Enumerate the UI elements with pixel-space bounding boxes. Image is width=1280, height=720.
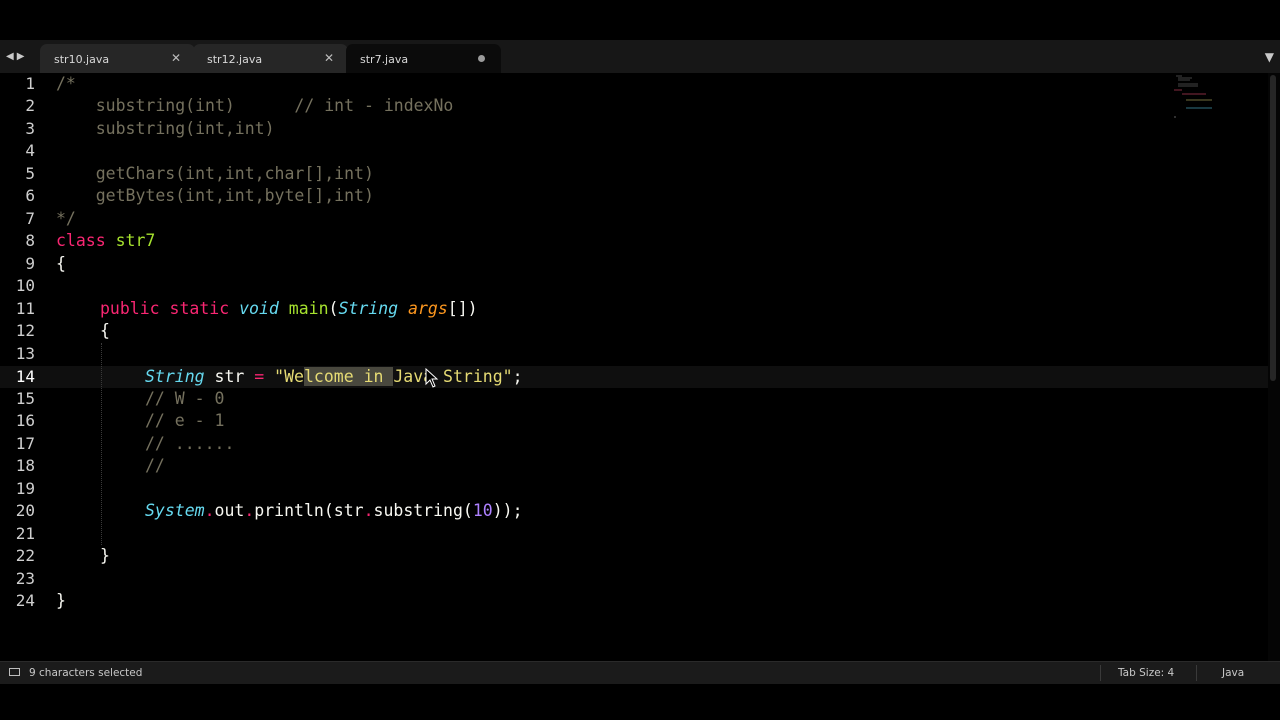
text-selection: lcome in bbox=[303, 367, 394, 386]
line-number: 6 bbox=[25, 186, 35, 205]
line-number: 17 bbox=[15, 434, 35, 453]
mouse-pointer-icon bbox=[425, 368, 439, 388]
line-number: 8 bbox=[25, 231, 35, 250]
tab-label: str10.java bbox=[54, 53, 110, 66]
argument-args: args bbox=[408, 299, 448, 318]
scrollbar-thumb[interactable] bbox=[1270, 75, 1276, 381]
keyword-void: void bbox=[239, 299, 279, 318]
line-number: 23 bbox=[15, 569, 35, 588]
unsaved-dot-icon[interactable] bbox=[478, 55, 485, 62]
call-end: )); bbox=[492, 501, 523, 520]
status-bar: 9 characters selected Tab Size: 4 Java bbox=[0, 661, 1280, 684]
line-number: 2 bbox=[25, 96, 35, 115]
type-string: String bbox=[145, 367, 205, 386]
operator-assign: = bbox=[254, 367, 265, 386]
code-line-15: // W - 0 bbox=[145, 389, 225, 408]
minimap[interactable] bbox=[1172, 73, 1228, 121]
paren: ( bbox=[328, 299, 339, 318]
line-number: 16 bbox=[15, 411, 35, 430]
keyword-static: static bbox=[169, 299, 230, 318]
close-icon[interactable]: ✕ bbox=[324, 51, 334, 65]
dot: . bbox=[244, 501, 255, 520]
keyword-public: public bbox=[100, 299, 160, 318]
line-number: 7 bbox=[25, 209, 35, 228]
code-line-17: // ...... bbox=[145, 434, 235, 453]
close-icon[interactable]: ✕ bbox=[171, 51, 181, 65]
code-line-2: substring(int) // int - indexNo bbox=[56, 95, 454, 117]
line-number: 3 bbox=[25, 119, 35, 138]
code-line-1: /* bbox=[56, 74, 76, 93]
line-number: 11 bbox=[15, 299, 35, 318]
code-line-6: getBytes(int,int,byte[],int) bbox=[56, 186, 374, 205]
class-name: str7 bbox=[115, 231, 156, 250]
number-literal: 10 bbox=[472, 501, 493, 520]
line-number: 21 bbox=[15, 524, 35, 543]
line-number: 14 bbox=[15, 367, 35, 386]
type-string: String bbox=[338, 299, 399, 318]
line-number: 18 bbox=[15, 456, 35, 475]
code-line-14: String str = "Welcome in Java String"; bbox=[145, 366, 523, 388]
divider bbox=[1100, 665, 1101, 681]
line-number: 9 bbox=[25, 254, 35, 273]
code-line-5: getChars(int,int,char[],int) bbox=[56, 164, 374, 183]
comment-text: // int - indexNo bbox=[294, 96, 454, 115]
syntax-selector[interactable]: Java bbox=[1222, 667, 1244, 679]
tab-str12[interactable]: str12.java ✕ bbox=[193, 44, 348, 73]
bracket-end: []) bbox=[447, 299, 478, 318]
code-line-24: } bbox=[56, 591, 66, 610]
method-call: substring( bbox=[373, 501, 473, 520]
code-line-7: */ bbox=[56, 209, 76, 228]
code-line-8: class str7 bbox=[56, 230, 155, 252]
selection-status: 9 characters selected bbox=[29, 667, 143, 679]
string-part: "We bbox=[274, 367, 304, 386]
line-number: 13 bbox=[15, 344, 35, 363]
line-number: 12 bbox=[15, 321, 35, 340]
dot: . bbox=[204, 501, 215, 520]
line-number: 10 bbox=[15, 276, 35, 295]
field-out: out bbox=[214, 501, 245, 520]
code-line-22: } bbox=[100, 546, 110, 565]
string-part: Java String" bbox=[393, 367, 513, 386]
tab-size-selector[interactable]: Tab Size: 4 bbox=[1118, 667, 1174, 679]
comment-text: substring(int) bbox=[56, 96, 295, 115]
line-number: 24 bbox=[15, 591, 35, 610]
tab-str10[interactable]: str10.java ✕ bbox=[40, 44, 195, 73]
code-line-9: { bbox=[56, 254, 66, 273]
dot: . bbox=[363, 501, 374, 520]
panel-toggle-icon[interactable] bbox=[9, 668, 20, 676]
divider bbox=[1196, 665, 1197, 681]
class-system: System bbox=[145, 501, 205, 520]
line-number: 20 bbox=[15, 501, 35, 520]
indent-guide bbox=[101, 343, 102, 545]
method-call: println(str bbox=[254, 501, 364, 520]
line-number: 1 bbox=[25, 74, 35, 93]
tab-str7[interactable]: str7.java bbox=[346, 44, 501, 73]
tab-nav-arrows-icon[interactable]: ◀▶ bbox=[6, 51, 27, 62]
variable: str bbox=[204, 367, 255, 386]
code-line-16: // e - 1 bbox=[145, 411, 225, 430]
line-number: 22 bbox=[15, 546, 35, 565]
tab-bar: ◀▶ str10.java ✕ str12.java ✕ str7.java ▼ bbox=[0, 40, 1280, 73]
code-editor[interactable]: 1 2 3 4 5 6 7 8 9 10 11 12 13 14 15 16 17 18 19 20 21 22 23 24 … bbox=[0, 73, 1280, 661]
code-line-11: public static void main(String args[]) bbox=[100, 298, 478, 320]
line-number: 15 bbox=[15, 389, 35, 408]
code-line-20: System.out.println(str.substring(10)); bbox=[145, 500, 523, 522]
code-line-12: { bbox=[100, 321, 110, 340]
method-name: main bbox=[288, 299, 329, 318]
line-number: 4 bbox=[25, 141, 35, 160]
keyword-class: class bbox=[56, 231, 106, 250]
semicolon: ; bbox=[512, 367, 523, 386]
string-literal: "Welcome in Java String" bbox=[274, 367, 513, 386]
tab-menu-chevron-down-icon[interactable]: ▼ bbox=[1265, 50, 1274, 64]
line-number: 5 bbox=[25, 164, 35, 183]
code-line-18: // bbox=[145, 456, 165, 475]
line-number: 19 bbox=[15, 479, 35, 498]
tab-label: str12.java bbox=[207, 53, 263, 66]
code-line-3: substring(int,int) bbox=[56, 119, 275, 138]
tab-label: str7.java bbox=[360, 53, 409, 66]
